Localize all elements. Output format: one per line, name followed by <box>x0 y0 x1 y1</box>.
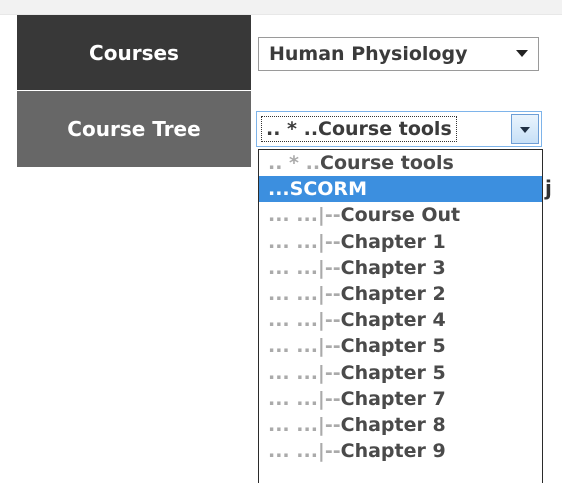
cutoff-background-text: j <box>545 176 552 200</box>
option-label: Chapter 5 <box>340 361 446 384</box>
courses-select[interactable]: Human Physiology <box>258 37 539 71</box>
courses-select-value: Human Physiology <box>269 43 468 65</box>
dropdown-option[interactable]: ... ...|--Chapter 2 <box>259 281 542 307</box>
option-prefix: ... ...|-- <box>268 440 341 463</box>
option-label: Course tools <box>320 152 454 174</box>
course-tree-select-value: .. * ..Course tools <box>261 116 457 142</box>
option-prefix: ... ...|-- <box>268 282 341 305</box>
dropdown-option[interactable]: .. * ..Course tools <box>259 150 542 176</box>
option-prefix: ... ...|-- <box>268 230 341 253</box>
dropdown-option[interactable]: ... ...|--Chapter 5 <box>259 360 542 386</box>
dropdown-option[interactable]: ... ...|--Chapter 5 <box>259 333 542 359</box>
dropdown-option[interactable]: ... ...|--Chapter 8 <box>259 412 542 438</box>
courses-label: Courses <box>17 15 251 90</box>
option-prefix: ... ...|-- <box>268 204 341 227</box>
option-prefix: ... ...|-- <box>268 413 341 436</box>
option-label: Chapter 3 <box>340 256 446 279</box>
option-label: Chapter 7 <box>340 387 446 410</box>
option-label: Chapter 5 <box>340 335 446 358</box>
option-label: Chapter 2 <box>340 282 446 305</box>
course-tree-select[interactable]: .. * ..Course tools <box>256 111 542 147</box>
dropdown-option[interactable]: ... ...|--Chapter 4 <box>259 307 542 333</box>
option-label: Chapter 4 <box>340 309 446 332</box>
dropdown-option-selected[interactable]: ...SCORM <box>259 176 542 203</box>
option-label: Chapter 9 <box>340 440 446 463</box>
option-prefix: ... ...|-- <box>268 309 341 332</box>
dropdown-option[interactable]: ... ...|--Chapter 7 <box>259 386 542 412</box>
course-selector-panel: Courses Course Tree Human Physiology .. … <box>0 0 562 483</box>
dropdown-option[interactable]: ... ...|--Chapter 9 <box>259 438 542 464</box>
option-label: Chapter 8 <box>340 413 446 436</box>
top-band <box>0 0 562 15</box>
option-prefix: ... ...|-- <box>268 361 341 384</box>
option-prefix: ... ...|-- <box>268 256 341 279</box>
course-tree-dropdown-button[interactable] <box>511 114 539 144</box>
option-label: ...SCORM <box>268 178 367 201</box>
option-prefix: ... ...|-- <box>268 387 341 410</box>
course-tree-dropdown-list[interactable]: .. * ..Course tools ...SCORM ... ...|--C… <box>258 149 543 483</box>
chevron-down-icon <box>520 127 530 133</box>
dropdown-option[interactable]: ... ...|--Chapter 3 <box>259 255 542 281</box>
option-prefix: .. * .. <box>268 152 321 174</box>
option-label: Chapter 1 <box>340 230 446 253</box>
dropdown-option[interactable]: ... ...|--Course Out <box>259 202 542 228</box>
option-prefix: ... ...|-- <box>268 335 341 358</box>
chevron-down-icon <box>516 50 528 57</box>
dropdown-option[interactable]: ... ...|--Chapter 1 <box>259 229 542 255</box>
option-label: Course Out <box>340 204 461 227</box>
course-tree-label: Course Tree <box>17 91 251 167</box>
